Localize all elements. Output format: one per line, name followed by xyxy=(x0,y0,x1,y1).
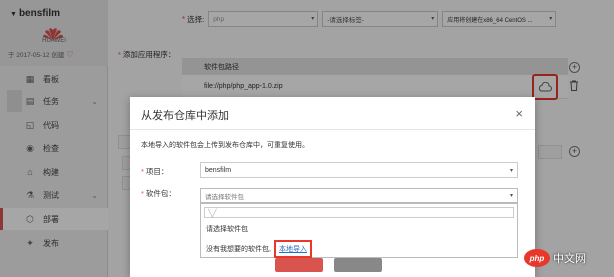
dialog-title: 从发布仓库中添加 xyxy=(141,110,229,122)
package-select[interactable]: 请选择软件包 ▾ xyxy=(200,188,518,203)
project-select[interactable]: bensfilm ▾ xyxy=(200,162,518,178)
close-icon[interactable]: × xyxy=(515,106,523,121)
add-from-repo-dialog: 从发布仓库中添加 × 本地导入的软件包会上传到发布仓库中，可重复使用。 * 项目：… xyxy=(130,97,535,277)
no-package-text: 没有我想要的软件包, xyxy=(206,246,271,253)
divider xyxy=(130,129,535,130)
loading-icon: ╲╱ xyxy=(208,209,217,218)
package-label-text: 软件包： xyxy=(145,189,176,198)
dialog-description: 本地导入的软件包会上传到发布仓库中，可重复使用。 xyxy=(141,142,309,149)
package-dropdown: ╲╱ 请选择软件包 没有我想要的软件包, 本地导入 xyxy=(200,203,518,258)
dropdown-option[interactable]: 请选择软件包 xyxy=(206,224,248,234)
project-field-label: * 项目： xyxy=(141,166,168,177)
project-label-text: 项目： xyxy=(145,167,169,176)
no-package-row: 没有我想要的软件包, 本地导入 xyxy=(206,240,312,258)
confirm-button[interactable] xyxy=(275,258,323,272)
watermark-text: 中文网 xyxy=(553,253,586,265)
package-placeholder: 请选择软件包 xyxy=(205,193,244,201)
project-value: bensfilm xyxy=(205,166,232,174)
required-mark: * xyxy=(141,167,144,176)
dropdown-search-input[interactable]: ╲╱ xyxy=(204,207,514,218)
php-watermark: php 中文网 xyxy=(524,246,610,270)
required-mark: * xyxy=(141,189,144,198)
package-field-label: * 软件包： xyxy=(141,188,176,199)
local-import-link[interactable]: 本地导入 xyxy=(273,240,312,258)
chevron-down-icon: ▾ xyxy=(509,167,513,174)
php-logo: php xyxy=(524,249,550,267)
cancel-button[interactable] xyxy=(334,258,382,272)
chevron-down-icon: ▾ xyxy=(509,193,513,199)
